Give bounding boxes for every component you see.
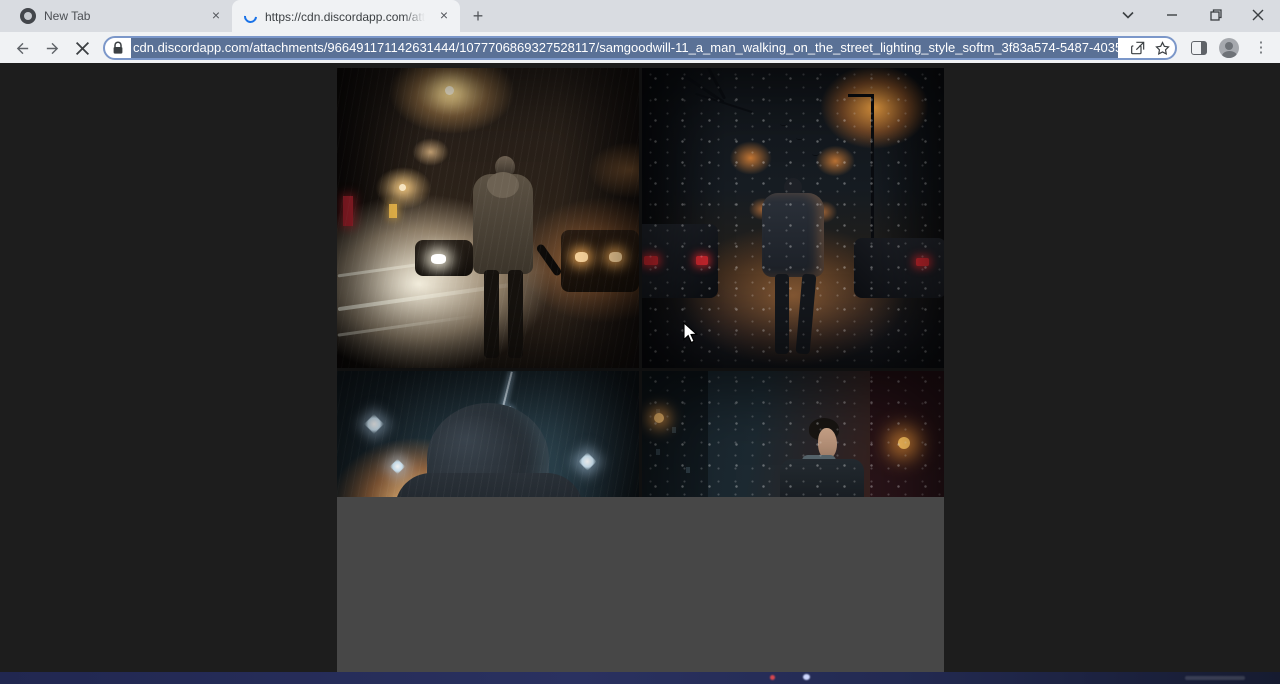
bookmark-star-icon[interactable] (1150, 38, 1174, 58)
toolbar: cdn.discordapp.com/attachments/966491171… (0, 32, 1280, 63)
restore-button[interactable] (1196, 0, 1236, 30)
new-tab-button[interactable]: + (466, 5, 490, 29)
page-content (0, 63, 1280, 672)
tab-strip: New Tab × https://cdn.discordapp.com/att… (0, 0, 1280, 32)
close-window-button[interactable] (1238, 0, 1278, 30)
close-tab-icon[interactable]: × (208, 8, 224, 24)
image-loaded-area (337, 68, 944, 497)
browser-menu-kebab-icon[interactable]: ⋮ (1252, 35, 1270, 61)
tab-new-tab[interactable]: New Tab × (10, 0, 232, 32)
tab-title: https://cdn.discordapp.com/atta (265, 8, 425, 24)
chevron-down-icon[interactable] (1108, 0, 1148, 30)
attachment-image[interactable] (337, 68, 944, 672)
loading-spinner-icon (241, 7, 259, 25)
profile-avatar-icon[interactable] (1219, 38, 1239, 58)
windows-taskbar-sliver[interactable] (0, 672, 1280, 684)
taskbar-icon-white (803, 674, 810, 680)
generated-image-top-left (337, 68, 639, 368)
generated-image-top-right (642, 68, 944, 368)
close-tab-icon[interactable]: × (436, 8, 452, 24)
url-text-selected[interactable]: cdn.discordapp.com/attachments/966491171… (131, 38, 1118, 58)
image-loading-placeholder (337, 497, 944, 672)
share-icon[interactable] (1126, 38, 1150, 58)
stop-loading-button[interactable] (69, 35, 95, 61)
lock-icon[interactable] (105, 41, 131, 55)
tab-discord-attachment[interactable]: https://cdn.discordapp.com/atta × (232, 0, 460, 32)
chromium-favicon-icon (20, 8, 36, 24)
taskbar-icon-red (770, 675, 775, 680)
tab-title: New Tab (44, 9, 90, 23)
address-bar[interactable]: cdn.discordapp.com/attachments/966491171… (103, 36, 1177, 60)
forward-button[interactable] (39, 35, 65, 61)
generated-image-bottom-right (642, 371, 944, 497)
taskbar-clock-smudge (1185, 676, 1245, 680)
generated-image-bottom-left (337, 371, 639, 497)
minimize-button[interactable] (1152, 0, 1192, 30)
back-button[interactable] (9, 35, 35, 61)
side-panel-icon[interactable] (1191, 41, 1207, 55)
